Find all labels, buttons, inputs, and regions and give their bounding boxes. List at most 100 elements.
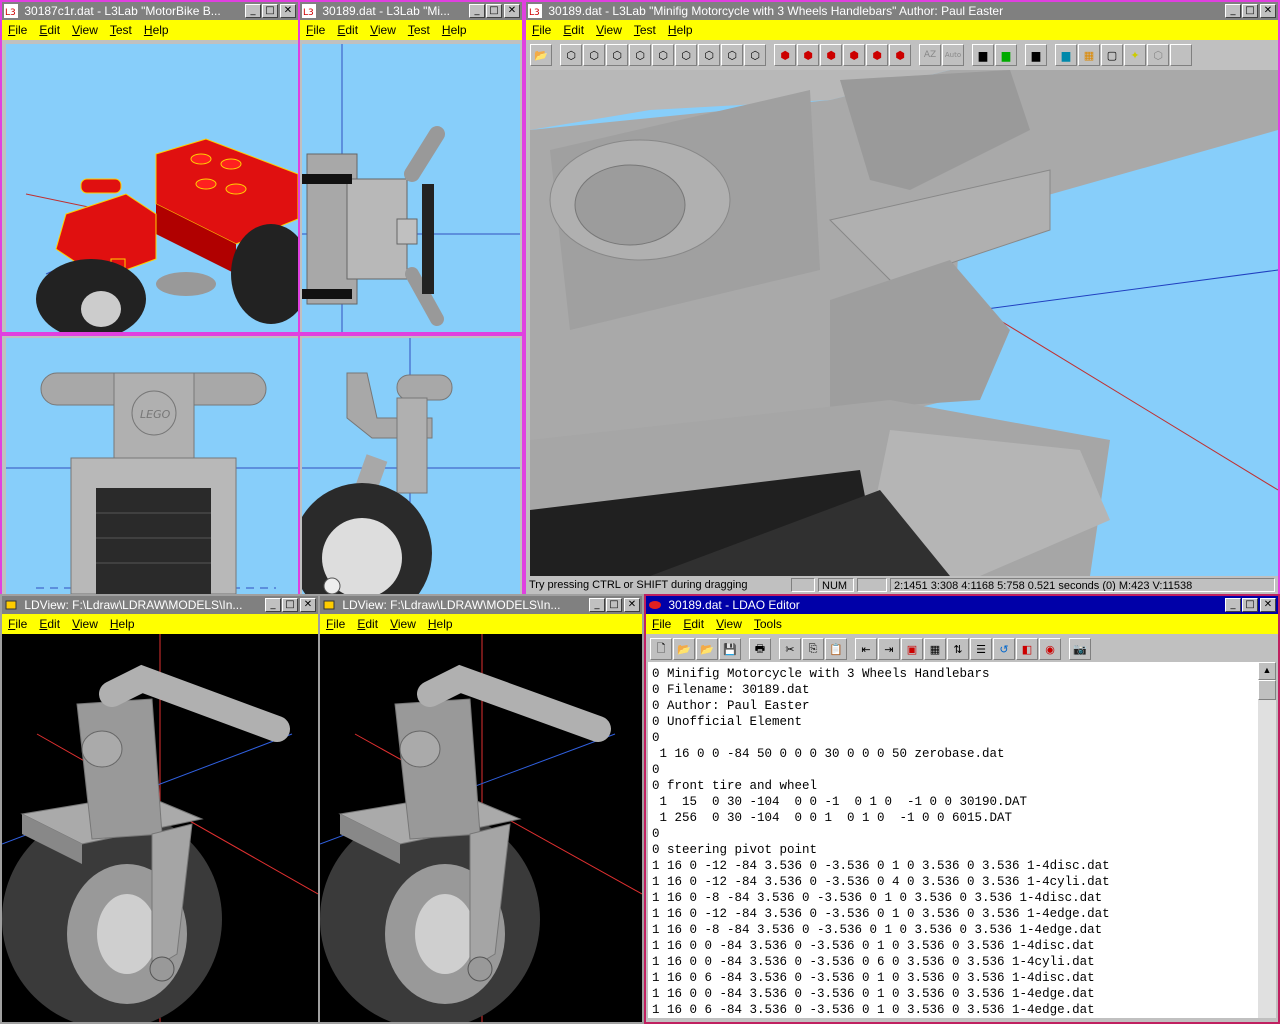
code-line[interactable]: 1 256 0 30 -104 0 0 1 0 1 0 -1 0 0 6015.…: [652, 810, 1258, 826]
titlebar[interactable]: L3 30189.dat - L3Lab "Mi... _ □ ✕: [300, 2, 522, 20]
minimize-button[interactable]: _: [469, 4, 485, 18]
menu-file[interactable]: File: [306, 23, 325, 37]
menu-edit[interactable]: Edit: [357, 617, 378, 631]
menu-help[interactable]: Help: [668, 23, 693, 37]
titlebar[interactable]: 30189.dat - LDAO Editor _ □ ✕: [646, 596, 1278, 614]
minimize-button[interactable]: _: [1225, 4, 1241, 18]
code-line[interactable]: 1 16 0 -12 -84 3.536 0 -3.536 0 1 0 3.53…: [652, 858, 1258, 874]
menu-test[interactable]: Test: [408, 23, 430, 37]
code-line[interactable]: 0 Unofficial Element: [652, 714, 1258, 730]
menu-edit[interactable]: Edit: [39, 617, 60, 631]
menu-test[interactable]: Test: [110, 23, 132, 37]
close-button[interactable]: ✕: [504, 4, 520, 18]
view-cube-icon[interactable]: ⬡: [744, 44, 766, 66]
color-cylinder-icon[interactable]: ▆: [995, 44, 1017, 66]
open-folder-icon[interactable]: 📂: [673, 638, 695, 660]
code-line[interactable]: 0: [652, 762, 1258, 778]
view-cube-icon[interactable]: ⬡: [698, 44, 720, 66]
rotate-icon[interactable]: ↺: [993, 638, 1015, 660]
menu-test[interactable]: Test: [634, 23, 656, 37]
code-line[interactable]: 1 15 0 30 -104 0 0 -1 0 1 0 -1 0 0 30190…: [652, 794, 1258, 810]
maximize-button[interactable]: □: [282, 598, 298, 612]
shaded-icon[interactable]: ▆: [1055, 44, 1077, 66]
menu-help[interactable]: Help: [442, 23, 467, 37]
menu-file[interactable]: File: [326, 617, 345, 631]
red-cube-icon[interactable]: ⬢: [820, 44, 842, 66]
code-line[interactable]: 0 steering pivot point: [652, 842, 1258, 858]
mirror-icon[interactable]: ◧: [1016, 638, 1038, 660]
indent-icon[interactable]: ⇥: [878, 638, 900, 660]
code-line[interactable]: 0 front tire and wheel: [652, 778, 1258, 794]
sort-az-icon[interactable]: AZ: [919, 44, 941, 66]
minimize-button[interactable]: _: [245, 4, 261, 18]
menu-file[interactable]: File: [8, 23, 27, 37]
minimize-button[interactable]: _: [265, 598, 281, 612]
code-line[interactable]: 1 16 0 6 -84 3.536 0 -3.536 0 1 0 3.536 …: [652, 970, 1258, 986]
view-cube-icon[interactable]: ⬡: [560, 44, 582, 66]
code-line[interactable]: 1 16 0 0 -84 3.536 0 -3.536 0 1 0 3.536 …: [652, 938, 1258, 954]
texture-icon[interactable]: ▦: [1078, 44, 1100, 66]
maximize-button[interactable]: □: [262, 4, 278, 18]
menu-edit[interactable]: Edit: [563, 23, 584, 37]
grid-icon[interactable]: ▦: [924, 638, 946, 660]
menu-view[interactable]: View: [72, 23, 98, 37]
code-line[interactable]: 1 16 0 -8 -84 3.536 0 -3.536 0 1 0 3.536…: [652, 890, 1258, 906]
maximize-button[interactable]: □: [606, 598, 622, 612]
viewport-front-view[interactable]: LEGO: [6, 338, 298, 594]
paste-icon[interactable]: 📋: [825, 638, 847, 660]
view-cube-icon[interactable]: ⬡: [652, 44, 674, 66]
save-icon[interactable]: 💾: [719, 638, 741, 660]
check-icon[interactable]: ◉: [1039, 638, 1061, 660]
maximize-button[interactable]: □: [486, 4, 502, 18]
viewport-side-view[interactable]: [302, 338, 520, 594]
blank-button[interactable]: [1170, 44, 1192, 66]
viewport-main-3d[interactable]: [530, 70, 1278, 576]
titlebar[interactable]: L3 30187c1r.dat - L3Lab "MotorBike B... …: [2, 2, 298, 20]
code-line[interactable]: 0 Minifig Motorcycle with 3 Wheels Handl…: [652, 666, 1258, 682]
code-line[interactable]: 1 16 0 -8 -84 3.536 0 -3.536 0 1 0 3.536…: [652, 922, 1258, 938]
solid-icon[interactable]: ▆: [1025, 44, 1047, 66]
code-editor[interactable]: 0 Minifig Motorcycle with 3 Wheels Handl…: [648, 662, 1258, 1018]
viewport-top-view[interactable]: [302, 44, 520, 332]
close-button[interactable]: ✕: [1260, 4, 1276, 18]
cut-icon[interactable]: ✂: [779, 638, 801, 660]
menu-view[interactable]: View: [596, 23, 622, 37]
menu-help[interactable]: Help: [144, 23, 169, 37]
view-cube-icon[interactable]: ⬡: [583, 44, 605, 66]
maximize-button[interactable]: □: [1242, 4, 1258, 18]
scroll-thumb[interactable]: [1258, 680, 1276, 700]
code-line[interactable]: 0 Filename: 30189.dat: [652, 682, 1258, 698]
red-cube-icon[interactable]: ⬢: [797, 44, 819, 66]
outdent-icon[interactable]: ⇤: [855, 638, 877, 660]
close-button[interactable]: ✕: [280, 4, 296, 18]
titlebar[interactable]: LDView: F:\Ldraw\LDRAW\MODELS\In... _ □ ✕: [320, 596, 642, 614]
sort-icon[interactable]: ⇅: [947, 638, 969, 660]
view-cube-icon[interactable]: ⬡: [675, 44, 697, 66]
cylinder-icon[interactable]: ▆: [972, 44, 994, 66]
titlebar[interactable]: LDView: F:\Ldraw\LDRAW\MODELS\In... _ □ ✕: [2, 596, 318, 614]
new-file-icon[interactable]: 🗋: [650, 638, 672, 660]
minimize-button[interactable]: _: [589, 598, 605, 612]
menu-file[interactable]: File: [532, 23, 551, 37]
menu-tools[interactable]: Tools: [754, 617, 782, 631]
print-icon[interactable]: 🖶: [749, 638, 771, 660]
open-recent-icon[interactable]: 📂: [696, 638, 718, 660]
code-line[interactable]: 0: [652, 730, 1258, 746]
menu-help[interactable]: Help: [110, 617, 135, 631]
viewport-3d-motorbike[interactable]: [6, 44, 298, 332]
copy-icon[interactable]: ⎘: [802, 638, 824, 660]
red-cube-icon[interactable]: ⬢: [774, 44, 796, 66]
menu-view[interactable]: View: [72, 617, 98, 631]
maximize-button[interactable]: □: [1242, 598, 1258, 612]
code-line[interactable]: 1 16 0 0 -84 50 0 0 0 30 0 0 0 50 zeroba…: [652, 746, 1258, 762]
titlebar[interactable]: L3 30189.dat - L3Lab "Minifig Motorcycle…: [526, 2, 1278, 20]
menu-edit[interactable]: Edit: [683, 617, 704, 631]
close-button[interactable]: ✕: [1260, 598, 1276, 612]
light-icon[interactable]: ✦: [1124, 44, 1146, 66]
code-line[interactable]: 0 Author: Paul Easter: [652, 698, 1258, 714]
menu-file[interactable]: File: [652, 617, 671, 631]
wireframe-cube-icon[interactable]: ⬡: [1147, 44, 1169, 66]
menu-file[interactable]: File: [8, 617, 27, 631]
open-folder-icon[interactable]: 📂: [530, 44, 552, 66]
menu-view[interactable]: View: [716, 617, 742, 631]
